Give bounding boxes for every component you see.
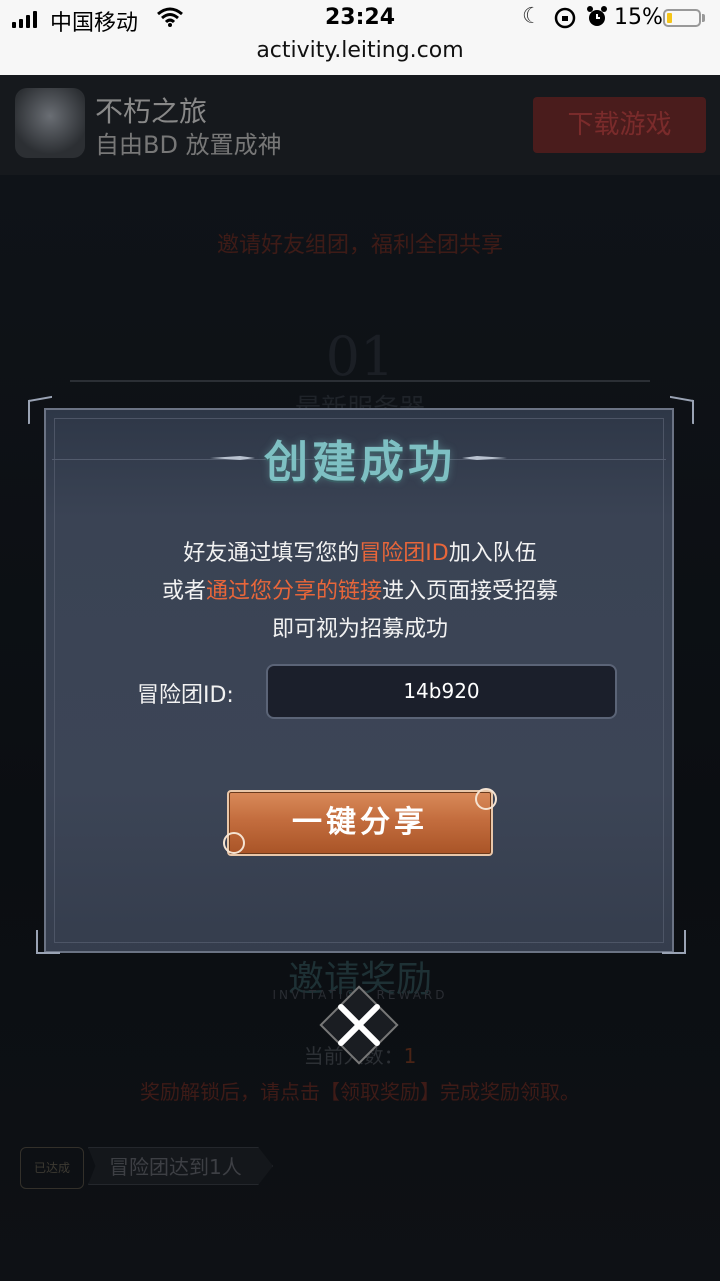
reward-tip: 奖励解锁后，请点击【领取奖励】完成奖励领取。: [140, 1080, 580, 1104]
close-icon: [338, 1004, 380, 1046]
alarm-icon: [587, 6, 607, 26]
close-button[interactable]: [317, 983, 401, 1067]
share-button[interactable]: 一键分享: [223, 788, 497, 856]
battery-percent: 15%: [614, 5, 663, 30]
download-button[interactable]: 下载游戏: [533, 97, 706, 153]
rotation-lock-icon: [554, 7, 576, 29]
dialog-title: 创建成功: [264, 437, 456, 488]
count-value: 1: [403, 1044, 417, 1068]
section-number: 01: [325, 325, 395, 388]
dialog-text-line2: 或者通过您分享的链接进入页面接受招募: [0, 573, 720, 605]
dialog-corner-ornament: [28, 395, 52, 425]
battery-icon: [663, 9, 701, 27]
button-flourish: [475, 788, 497, 810]
app-icon: [15, 88, 85, 158]
task-item: 冒险团达到1人: [88, 1147, 273, 1185]
status-bar: 中国移动 23:24 ☾ 15% activity.leiting.com: [0, 0, 720, 75]
dialog-corner-ornament: [662, 930, 686, 954]
highlight-id: 冒险团ID: [359, 541, 449, 566]
app-slogan: 自由BD 放置成神: [95, 131, 282, 159]
dialog-corner-ornament: [670, 395, 694, 425]
moon-icon: ☾: [522, 4, 542, 29]
button-flourish: [223, 832, 245, 854]
url-bar[interactable]: activity.leiting.com: [0, 38, 720, 63]
text-part: 进入页面接受招募: [382, 579, 559, 604]
share-button-label: 一键分享: [292, 805, 428, 840]
dialog-text-line3: 即可视为招募成功: [271, 617, 448, 642]
app-name: 不朽之旅: [95, 95, 208, 128]
text-part: 加入队伍: [448, 541, 537, 566]
text-part: 或者: [161, 579, 206, 604]
page-subtitle: 邀请好友组团，福利全团共享: [216, 233, 503, 258]
achieved-badge: 已达成: [20, 1147, 84, 1189]
team-id-field[interactable]: 14b920: [266, 664, 617, 719]
text-part: 好友通过填写您的: [183, 541, 360, 566]
highlight-link: 通过您分享的链接: [205, 579, 382, 604]
clock: 23:24: [324, 5, 396, 30]
team-id-label: 冒险团ID:: [137, 683, 234, 708]
battery-tip: [702, 14, 705, 22]
dialog-corner-ornament: [36, 930, 60, 954]
dialog-text-line1: 好友通过填写您的冒险团ID加入队伍: [0, 535, 720, 567]
